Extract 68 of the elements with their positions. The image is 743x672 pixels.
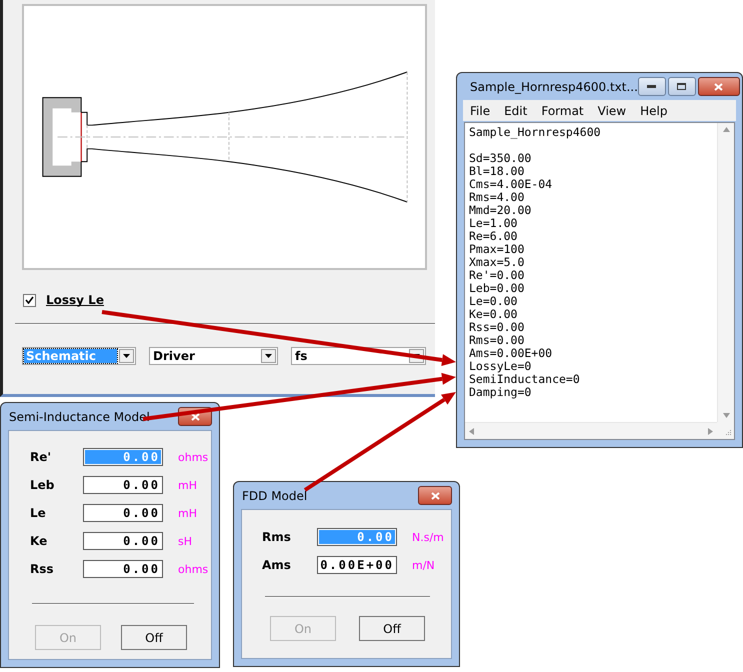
- text-line: Rms=0.00: [469, 334, 526, 347]
- horizontal-scrollbar[interactable]: [465, 422, 717, 439]
- unit-label: ohms: [178, 562, 210, 576]
- unit-label: ohms: [178, 450, 210, 464]
- menu-item[interactable]: Format: [534, 104, 591, 118]
- close-button[interactable]: [698, 77, 740, 96]
- text-line: Re=6.00: [469, 230, 518, 243]
- text-line: Le=0.00: [469, 295, 518, 308]
- field-label: Ke: [30, 534, 48, 548]
- close-icon: [430, 492, 440, 500]
- number-field[interactable]: 0.00: [83, 532, 163, 550]
- text-line: Bl=18.00: [469, 165, 526, 178]
- maximize-icon: [677, 83, 686, 90]
- text-line: Mmd=20.00: [469, 204, 532, 217]
- dialog-button[interactable]: Off: [359, 616, 425, 641]
- close-icon: [714, 82, 724, 90]
- checkbox-label: Lossy Le: [46, 293, 104, 307]
- text-line: Xmax=5.0: [469, 256, 526, 269]
- number-field[interactable]: 0.00E+00: [317, 556, 397, 574]
- menu-item[interactable]: View: [590, 104, 634, 118]
- text-line: Sd=350.00: [469, 152, 532, 165]
- text-line: Sample_Hornresp4600: [469, 126, 602, 139]
- text-line: SemiInductance=0: [469, 373, 581, 386]
- field-label: Re': [30, 450, 52, 464]
- lossy-le-checkbox[interactable]: [23, 294, 36, 306]
- number-field[interactable]: 0.00: [83, 504, 163, 522]
- text-line: Rms=4.00: [469, 191, 526, 204]
- field-label: Le: [30, 506, 47, 520]
- field-label: Rss: [30, 562, 55, 576]
- unit-label: mH: [178, 478, 198, 492]
- menu-item[interactable]: File: [463, 104, 498, 118]
- dialog-button[interactable]: Off: [121, 625, 187, 650]
- dropdown[interactable]: Driver: [149, 347, 278, 365]
- menu-item[interactable]: Edit: [497, 104, 534, 118]
- check-icon: [25, 296, 34, 304]
- close-button[interactable]: [418, 486, 452, 505]
- resize-grip-icon[interactable]: [724, 429, 732, 437]
- number-field[interactable]: 0.00: [83, 560, 163, 578]
- maximize-button[interactable]: [668, 77, 696, 96]
- text-line: Leb=0.00: [469, 282, 526, 295]
- text-line: Cms=4.00E-04: [469, 178, 554, 191]
- unit-label: m/N: [412, 558, 436, 572]
- window-title: Sample_Hornresp4600.txt...: [470, 80, 638, 94]
- unit-label: N.s/m: [412, 530, 445, 544]
- field-label: Leb: [30, 478, 56, 492]
- field-label: Rms: [262, 530, 292, 544]
- minimize-icon: [647, 85, 656, 88]
- close-icon: [190, 412, 200, 420]
- text-line: Le=1.00: [469, 217, 518, 230]
- scroll-arrow-icon[interactable]: [469, 428, 474, 434]
- scroll-arrow-icon[interactable]: [722, 127, 730, 132]
- text-line: LossyLe=0: [469, 360, 532, 373]
- text-line: Ams=0.00E+00: [469, 347, 554, 360]
- text-line: Re'=0.00: [469, 269, 526, 282]
- menu-item[interactable]: Help: [633, 104, 674, 118]
- text-line: Damping=0: [469, 386, 532, 399]
- minimize-button[interactable]: [638, 77, 666, 96]
- number-field[interactable]: 0.00: [83, 476, 163, 494]
- text-line: Pmax=100: [469, 243, 526, 256]
- scroll-arrow-icon[interactable]: [708, 428, 713, 434]
- unit-label: mH: [178, 506, 198, 520]
- vertical-scrollbar[interactable]: [717, 123, 734, 422]
- scroll-arrow-icon[interactable]: [722, 413, 730, 418]
- text-line: Rss=0.00: [469, 321, 526, 334]
- field-label: Ams: [262, 558, 292, 572]
- dialog-title: FDD Model: [242, 488, 308, 502]
- unit-label: sH: [178, 534, 194, 548]
- text-line: Ke=0.00: [469, 308, 518, 321]
